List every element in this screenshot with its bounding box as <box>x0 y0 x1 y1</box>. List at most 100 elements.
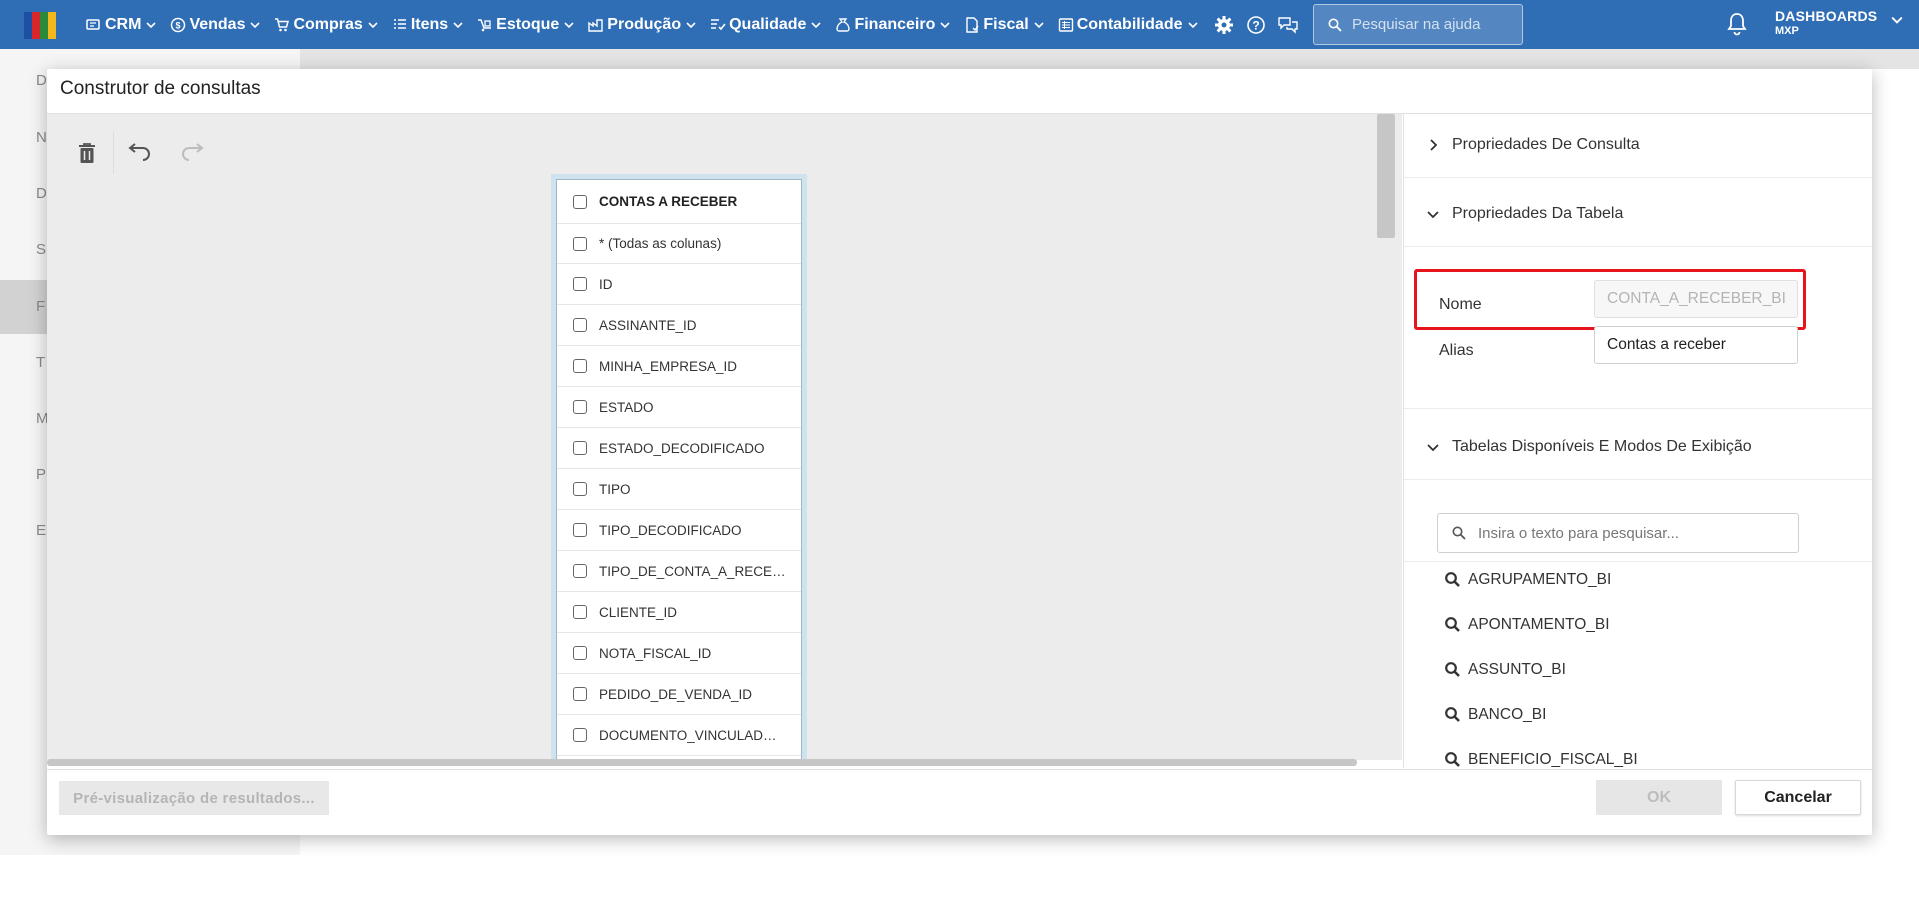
dashboards-menu[interactable]: DASHBOARDS MXP <box>1775 8 1903 37</box>
column-row[interactable]: CLIENTE_ID <box>557 592 801 633</box>
help-search[interactable] <box>1313 4 1523 45</box>
table-item-label: BANCO_BI <box>1468 706 1547 723</box>
background-sidebar-item: D <box>36 72 47 89</box>
table-properties-header[interactable]: Propriedades Da Tabela <box>1404 183 1872 245</box>
undo-button[interactable] <box>114 130 166 176</box>
available-tables-header[interactable]: Tabelas Disponíveis E Modos De Exibição <box>1404 416 1872 478</box>
available-table-item[interactable]: APONTAMENTO_BI <box>1444 610 1610 640</box>
gear-icon[interactable] <box>1212 13 1236 37</box>
tables-search-input[interactable] <box>1478 524 1778 542</box>
query-canvas[interactable]: CONTAS A RECEBER * (Todas as colunas) ID… <box>47 114 1402 760</box>
column-row[interactable]: TIPO <box>557 469 801 510</box>
table-header-row[interactable]: CONTAS A RECEBER <box>557 180 801 224</box>
column-row[interactable]: ESTADO_DECODIFICADO <box>557 428 801 469</box>
chevron-down-icon <box>1891 16 1903 24</box>
factory-icon <box>588 17 604 33</box>
svg-text:?: ? <box>1252 18 1259 32</box>
table-columns-list: CONTAS A RECEBER * (Todas as colunas) ID… <box>556 179 802 760</box>
redo-button[interactable] <box>166 130 218 176</box>
chat-icon[interactable] <box>1276 13 1300 37</box>
column-label: TIPO_DECODIFICADO <box>599 522 742 538</box>
chevron-down-icon <box>686 21 696 28</box>
help-search-input[interactable] <box>1352 16 1512 33</box>
select-all-checkbox[interactable] <box>573 194 587 209</box>
table-widget-contas-a-receber[interactable]: CONTAS A RECEBER * (Todas as colunas) ID… <box>551 174 807 760</box>
chevron-down-icon <box>1034 21 1044 28</box>
properties-panel: Propriedades De Consulta Propriedades Da… <box>1403 114 1872 768</box>
menu-itens[interactable]: Itens <box>388 0 467 49</box>
trash-icon <box>79 143 95 163</box>
divider <box>1404 408 1872 409</box>
column-checkbox[interactable] <box>573 482 587 496</box>
bell-icon[interactable] <box>1726 12 1748 41</box>
column-label: TIPO_DE_CONTA_A_RECEBE... <box>599 563 787 579</box>
menu-qualidade[interactable]: Qualidade <box>706 0 825 49</box>
menu-estoque[interactable]: Estoque <box>473 0 578 49</box>
menu-label: Fiscal <box>983 15 1029 33</box>
tables-search[interactable] <box>1437 513 1799 553</box>
query-properties-header[interactable]: Propriedades De Consulta <box>1404 114 1872 176</box>
menu-contabilidade[interactable]: Contabilidade <box>1054 0 1202 49</box>
column-checkbox[interactable] <box>573 523 587 537</box>
chevron-down-icon <box>250 21 261 28</box>
alias-field[interactable] <box>1594 326 1798 364</box>
column-checkbox[interactable] <box>573 564 587 578</box>
available-table-item[interactable]: AGRUPAMENTO_BI <box>1444 565 1611 595</box>
column-checkbox[interactable] <box>573 277 587 291</box>
column-row[interactable]: ASSINANTE_ID <box>557 305 801 346</box>
delete-button[interactable] <box>61 130 113 176</box>
column-row[interactable]: * (Todas as colunas) <box>557 224 801 264</box>
column-row[interactable]: NOTA_FISCAL_ID <box>557 633 801 674</box>
menu-crm[interactable]: CRM <box>82 0 160 49</box>
column-checkbox[interactable] <box>573 400 587 414</box>
preview-results-button[interactable]: Pré-visualização de resultados... <box>59 781 329 815</box>
section-title: Propriedades De Consulta <box>1452 136 1640 153</box>
divider <box>1404 561 1872 562</box>
column-label: ASSINANTE_ID <box>599 317 697 333</box>
name-field <box>1594 280 1798 318</box>
app-logo[interactable] <box>24 12 56 39</box>
column-row[interactable]: MINHA_EMPRESA_ID <box>557 346 801 387</box>
search-icon <box>1444 571 1462 589</box>
column-row[interactable]: TIPO_DECODIFICADO <box>557 510 801 551</box>
background-sidebar-item: N <box>36 129 47 146</box>
available-table-item[interactable]: BANCO_BI <box>1444 700 1546 730</box>
column-checkbox[interactable] <box>573 605 587 619</box>
dollar-circle-icon: $ <box>170 17 186 33</box>
vertical-scrollbar-thumb[interactable] <box>1377 114 1395 238</box>
menu-producao[interactable]: Produção <box>584 0 700 49</box>
dialog-title: Construtor de consultas <box>60 78 261 99</box>
column-checkbox[interactable] <box>573 646 587 660</box>
menu-vendas[interactable]: $ Vendas <box>166 0 264 49</box>
search-icon <box>1444 706 1462 724</box>
column-checkbox[interactable] <box>573 728 587 742</box>
items-icon <box>392 17 408 33</box>
dashboards-sublabel: MXP <box>1775 25 1799 37</box>
query-builder-dialog: Construtor de consultas CONTAS A RECEBER… <box>47 69 1872 835</box>
menu-label: Vendas <box>189 15 246 33</box>
available-table-item[interactable]: BENEFICIO_FISCAL_BI <box>1444 745 1638 768</box>
menu-compras[interactable]: Compras <box>270 0 381 49</box>
menu-fiscal[interactable]: Fiscal <box>960 0 1047 49</box>
money-bag-icon <box>835 17 851 33</box>
help-icon[interactable]: ? <box>1244 13 1268 37</box>
column-row[interactable]: ESTADO <box>557 387 801 428</box>
column-checkbox[interactable] <box>573 687 587 701</box>
column-checkbox[interactable] <box>573 359 587 373</box>
cancel-button[interactable]: Cancelar <box>1735 780 1861 815</box>
column-checkbox[interactable] <box>573 441 587 455</box>
ok-button[interactable]: OK <box>1596 780 1722 815</box>
menu-financeiro[interactable]: Financeiro <box>831 0 954 49</box>
chevron-down-icon <box>1187 21 1198 28</box>
name-label: Nome <box>1439 296 1482 313</box>
column-row[interactable]: PEDIDO_DE_VENDA_ID <box>557 674 801 715</box>
column-row[interactable]: DOCUMENTO_VINCULADO_... <box>557 715 801 756</box>
search-icon <box>1444 661 1462 679</box>
column-row[interactable]: TIPO_DE_CONTA_A_RECEBE... <box>557 551 801 592</box>
column-row[interactable]: ID <box>557 264 801 305</box>
table-item-label: BENEFICIO_FISCAL_BI <box>1468 751 1638 768</box>
column-checkbox[interactable] <box>573 318 587 332</box>
column-checkbox[interactable] <box>573 236 587 251</box>
available-table-item[interactable]: ASSUNTO_BI <box>1444 655 1566 685</box>
horizontal-scrollbar-thumb[interactable] <box>47 759 1357 766</box>
